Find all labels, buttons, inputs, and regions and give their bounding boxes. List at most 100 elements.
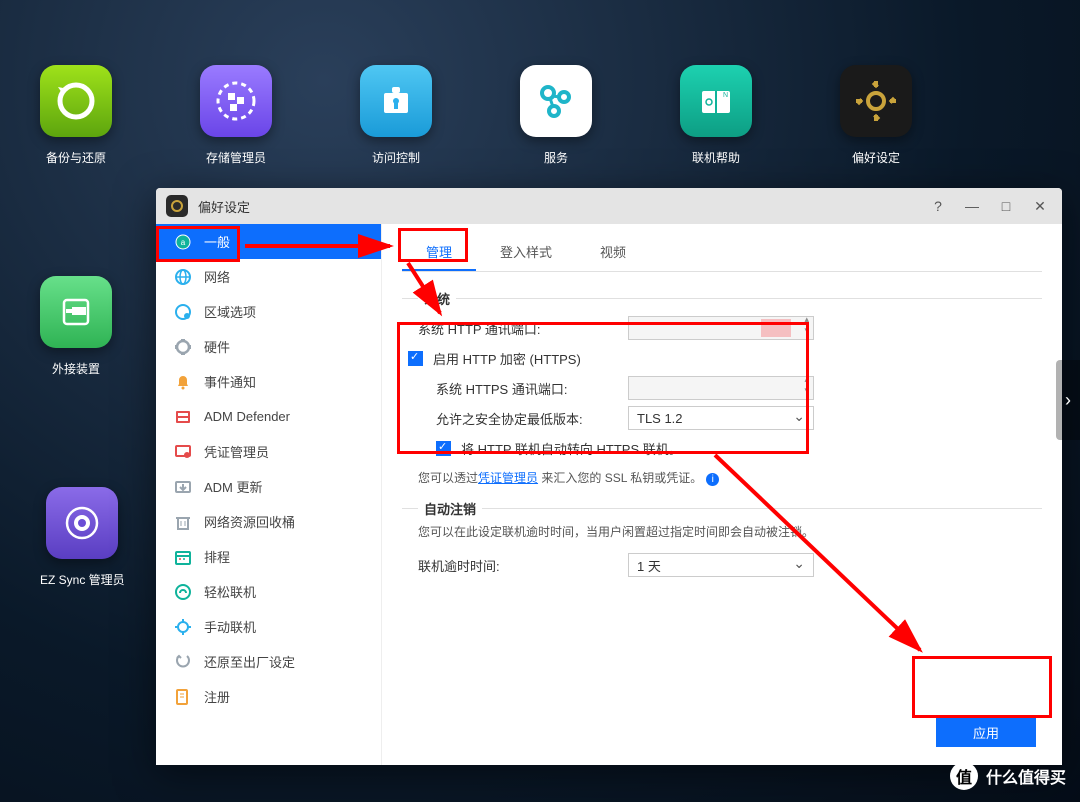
checkbox-redirect[interactable] — [436, 441, 451, 456]
desktop-label: 存储管理员 — [206, 149, 266, 166]
sidebar-item-label: 凭证管理员 — [204, 442, 269, 461]
sidebar-item-label: 网络 — [204, 267, 230, 286]
sidebar-item-hardware[interactable]: 硬件 — [156, 329, 381, 364]
maximize-button[interactable]: □ — [994, 194, 1018, 218]
sidebar-item-cert[interactable]: 凭证管理员 — [156, 434, 381, 469]
svg-text:N: N — [723, 92, 728, 99]
fieldset-logout: 自动注销 您可以在此设定联机逾时时间，当用户闲置超过指定时间即会自动被注销。 联… — [402, 508, 1042, 580]
sidebar-item-label: ADM Defender — [204, 409, 290, 424]
titlebar[interactable]: 偏好设定 ? — □ ✕ — [156, 188, 1062, 224]
row-logout-time: 联机逾时时间: 1 天 — [408, 550, 1042, 580]
sidebar-item-general[interactable]: a一般 — [156, 224, 381, 259]
link-cert-manager[interactable]: 凭证管理员 — [478, 471, 538, 485]
sidebar-item-network[interactable]: 网络 — [156, 259, 381, 294]
desktop-icon-ezsync[interactable]: EZ Sync 管理员 — [40, 487, 125, 588]
sidebar-item-region[interactable]: 区域选项 — [156, 294, 381, 329]
desktop-icon-external[interactable]: 外接装置 — [40, 276, 112, 377]
general-icon: a — [174, 233, 192, 251]
tab-视频[interactable]: 视频 — [576, 234, 650, 271]
fieldset-label-logout: 自动注销 — [418, 499, 482, 518]
watermark: 值 什么值得买 — [950, 762, 1066, 790]
sidebar-item-defender[interactable]: ADM Defender — [156, 399, 381, 434]
fieldset-label-system: 系统 — [418, 289, 456, 308]
sidebar-item-notify[interactable]: 事件通知 — [156, 364, 381, 399]
sidebar-item-label: 手动联机 — [204, 617, 256, 636]
notify-icon — [174, 373, 192, 391]
update-icon — [174, 478, 192, 496]
sidebar-item-schedule[interactable]: 排程 — [156, 539, 381, 574]
sidebar-item-factory[interactable]: 还原至出厂设定 — [156, 644, 381, 679]
desktop-label: 服务 — [544, 149, 568, 166]
desktop-icon-help[interactable]: N 联机帮助 — [680, 65, 752, 166]
fieldset-system: 系统 系统 HTTP 通讯端口: 启用 HTTP 加密 (HTTPS) 系统 H… — [402, 298, 1042, 486]
schedule-icon — [174, 548, 192, 566]
input-http-port[interactable] — [628, 316, 814, 340]
sidebar-item-label: 轻松联机 — [204, 582, 256, 601]
tab-登入样式[interactable]: 登入样式 — [476, 234, 576, 271]
row-tls: 允许之安全协定最低版本: TLS 1.2 — [408, 403, 1042, 433]
desktop-icon-preferences[interactable]: 偏好设定 — [840, 65, 912, 166]
preferences-window: 偏好设定 ? — □ ✕ a一般网络区域选项硬件事件通知 ADM Defender… — [156, 188, 1062, 765]
sidebar-item-update[interactable]: ADM 更新 — [156, 469, 381, 504]
help-button[interactable]: ? — [926, 194, 950, 218]
sidebar-item-label: 事件通知 — [204, 372, 256, 391]
tabs: 管理登入样式视频 — [402, 234, 1042, 272]
network-icon — [174, 268, 192, 286]
checkbox-enable-https[interactable] — [408, 351, 423, 366]
desktop-icon-services[interactable]: 服务 — [520, 65, 592, 166]
defender-icon — [174, 408, 192, 426]
recycle-icon — [174, 513, 192, 531]
sidebar-item-label: 排程 — [204, 547, 230, 566]
sidebar: a一般网络区域选项硬件事件通知 ADM Defender 凭证管理员 ADM 更新网络… — [156, 224, 382, 765]
sidebar-item-recycle[interactable]: 网络资源回收桶 — [156, 504, 381, 539]
help-icon: N — [680, 65, 752, 137]
apply-button[interactable]: 应用 — [936, 717, 1036, 747]
ezconnect-icon — [174, 583, 192, 601]
sidebar-item-manual[interactable]: 手动联机 — [156, 609, 381, 644]
watermark-icon: 值 — [950, 762, 978, 790]
gallery-next-button[interactable]: › — [1056, 360, 1080, 440]
desktop-icon-backup[interactable]: 备份与还原 — [40, 65, 112, 166]
watermark-text: 什么值得买 — [986, 764, 1066, 788]
storage-icon — [200, 65, 272, 137]
select-tls-value: TLS 1.2 — [637, 411, 683, 426]
desktop-label: 联机帮助 — [692, 149, 740, 166]
row-https-port: 系统 HTTPS 通讯端口: — [408, 373, 1042, 403]
desktop-row-1: 备份与还原 存储管理员 访问控制 服务 N 联机帮助 — [40, 65, 1040, 166]
row-enable-https: 启用 HTTP 加密 (HTTPS) — [408, 343, 1042, 373]
sidebar-item-ezconnect[interactable]: 轻松联机 — [156, 574, 381, 609]
gear-icon — [840, 65, 912, 137]
content-pane: 管理登入样式视频 系统 系统 HTTP 通讯端口: 启用 HTTP 加密 (HT… — [382, 224, 1062, 765]
manual-icon — [174, 618, 192, 636]
select-tls[interactable]: TLS 1.2 — [628, 406, 814, 430]
sidebar-item-label: 还原至出厂设定 — [204, 652, 295, 671]
label-http-port: 系统 HTTP 通讯端口: — [408, 319, 628, 338]
hardware-icon — [174, 338, 192, 356]
sidebar-item-label: 硬件 — [204, 337, 230, 356]
sidebar-item-label: 网络资源回收桶 — [204, 512, 295, 531]
minimize-button[interactable]: — — [960, 194, 984, 218]
logout-hint: 您可以在此设定联机逾时时间，当用户闲置超过指定时间即会自动被注销。 — [408, 523, 1042, 540]
desktop-label: EZ Sync 管理员 — [40, 571, 125, 588]
select-logout-time[interactable]: 1 天 — [628, 553, 814, 577]
label-redirect: 将 HTTP 联机自动转向 HTTPS 联机。 — [461, 439, 682, 458]
region-icon — [174, 303, 192, 321]
sidebar-item-label: 注册 — [204, 687, 230, 706]
window-title: 偏好设定 — [198, 197, 916, 216]
settings-form: 系统 系统 HTTP 通讯端口: 启用 HTTP 加密 (HTTPS) 系统 H… — [402, 290, 1042, 580]
sidebar-item-register[interactable]: 注册 — [156, 679, 381, 714]
window-gear-icon — [166, 195, 188, 217]
close-button[interactable]: ✕ — [1028, 194, 1052, 218]
desktop-label: 外接装置 — [52, 360, 100, 377]
desktop-label: 偏好设定 — [852, 149, 900, 166]
sync-icon — [46, 487, 118, 559]
info-icon[interactable]: i — [706, 473, 719, 486]
services-icon — [520, 65, 592, 137]
tab-管理[interactable]: 管理 — [402, 234, 476, 271]
label-logout-time: 联机逾时时间: — [408, 556, 628, 575]
input-https-port[interactable] — [628, 376, 814, 400]
label-https-port: 系统 HTTPS 通讯端口: — [408, 379, 628, 398]
label-tls: 允许之安全协定最低版本: — [408, 409, 628, 428]
desktop-icon-access[interactable]: 访问控制 — [360, 65, 432, 166]
desktop-icon-storage[interactable]: 存储管理员 — [200, 65, 272, 166]
